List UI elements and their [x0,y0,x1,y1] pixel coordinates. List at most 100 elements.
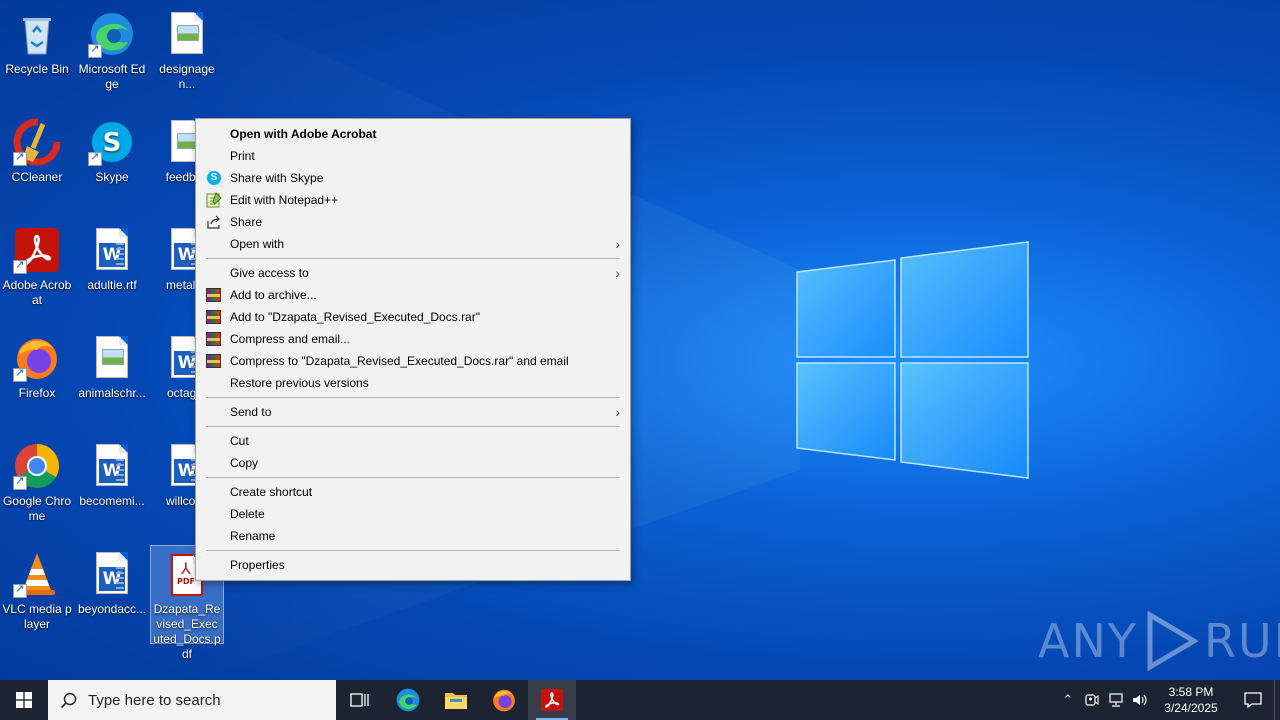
menu-item-compress-to-rar-and-email[interactable]: Compress to "Dzapata_Revised_Executed_Do… [196,350,630,372]
menu-separator [206,550,620,551]
skype-icon: S [88,118,136,166]
menu-item-label: Add to "Dzapata_Revised_Executed_Docs.ra… [230,310,480,324]
desktop-icon-label: CCleaner [11,170,63,184]
desktop[interactable]: Recycle Bin CCleaner Adobe Acrobat Firef… [0,0,1280,680]
desktop-icon-label: Dzapata_Revised_Executed_Docs.pdf [153,602,221,661]
menu-item-create-shortcut[interactable]: Create shortcut [196,481,630,503]
search-icon [60,692,77,709]
desktop-icon-label: Adobe Acrobat [2,278,72,307]
start-button[interactable] [0,680,48,720]
image-file-icon [163,10,211,58]
desktop-icon-firefox[interactable]: Firefox [0,328,74,428]
task-view-button[interactable] [336,680,384,720]
watermark-text-left: ANY [1038,614,1138,668]
menu-item-cut[interactable]: Cut [196,430,630,452]
desktop-icon-recycle-bin[interactable]: Recycle Bin [0,4,74,104]
svg-text:S: S [103,128,122,158]
menu-item-label: Create shortcut [230,485,313,499]
edge-icon [88,10,136,58]
action-center-button[interactable] [1232,680,1274,720]
chevron-right-icon: › [615,404,620,420]
desktop-icon-vlc[interactable]: VLC media player [0,544,74,644]
desktop-icon-label: Recycle Bin [5,62,69,76]
notification-icon [1244,692,1262,709]
windows-logo-icon [16,692,32,708]
desktop-icon-designagen[interactable]: designagen... [150,4,224,104]
menu-item-label: Rename [230,529,276,543]
menu-item-label: Compress and email... [230,332,351,346]
share-icon [206,214,222,230]
menu-item-label: Edit with Notepad++ [230,193,339,207]
taskbar-file-explorer[interactable] [432,680,480,720]
shortcut-arrow-icon [88,150,102,166]
menu-item-share[interactable]: Share [196,211,630,233]
menu-item-restore-previous-versions[interactable]: Restore previous versions [196,372,630,394]
shortcut-arrow-icon [13,150,27,166]
meet-now-icon[interactable] [1080,680,1104,720]
menu-item-compress-and-email[interactable]: Compress and email... [196,328,630,350]
winrar-icon [206,354,221,368]
menu-item-properties[interactable]: Properties [196,554,630,576]
menu-item-label: Share with Skype [230,171,324,185]
menu-item-label: Give access to [230,266,309,280]
word-doc-icon: W [88,226,136,274]
notepadpp-icon [206,192,222,208]
chevron-up-icon[interactable]: ⌃ [1056,680,1080,720]
firefox-icon [13,334,61,382]
chrome-icon [13,442,61,490]
vlc-icon [13,550,61,598]
network-icon[interactable] [1104,680,1128,720]
shortcut-arrow-icon [13,366,27,382]
play-icon [1147,611,1198,671]
clock-date: 3/24/2025 [1164,701,1218,715]
shortcut-arrow-icon [13,582,27,598]
taskbar: Type here to search ⌃ 3:58 PM 3/24/2025 [0,680,1280,720]
adobe-acrobat-icon [13,226,61,274]
anyrun-watermark: ANY RUN [1038,606,1280,676]
menu-item-label: Properties [230,558,285,572]
menu-item-print[interactable]: Print [196,145,630,167]
desktop-icon-google-chrome[interactable]: Google Chrome [0,436,74,536]
desktop-icon-label: designagen... [159,62,215,91]
desktop-icon-skype[interactable]: S Skype [75,112,149,212]
menu-item-delete[interactable]: Delete [196,503,630,525]
taskbar-edge[interactable] [384,680,432,720]
menu-item-share-with-skype[interactable]: S Share with Skype [196,167,630,189]
show-desktop-button[interactable] [1274,680,1280,720]
winrar-icon [206,310,221,324]
desktop-icon-beyondacc[interactable]: W beyondacc... [75,544,149,644]
menu-item-label: Delete [230,507,265,521]
menu-item-add-to-rar[interactable]: Add to "Dzapata_Revised_Executed_Docs.ra… [196,306,630,328]
menu-item-label: Open with Adobe Acrobat [230,127,377,141]
menu-item-add-to-archive[interactable]: Add to archive... [196,284,630,306]
desktop-icon-adultie[interactable]: W adultie.rtf [75,220,149,320]
chevron-right-icon: › [615,236,620,252]
menu-item-rename[interactable]: Rename [196,525,630,547]
volume-icon[interactable] [1128,680,1152,720]
menu-item-label: Send to [230,405,272,419]
adobe-acrobat-icon [541,689,563,711]
desktop-icon-microsoft-edge[interactable]: Microsoft Edge [75,4,149,104]
desktop-icon-animalschr[interactable]: animalschr... [75,328,149,428]
skype-icon: S [207,171,221,185]
desktop-icon-adobe-acrobat[interactable]: Adobe Acrobat [0,220,74,320]
menu-item-label: Copy [230,456,259,470]
menu-item-open-with-acrobat[interactable]: Open with Adobe Acrobat [196,123,630,145]
menu-item-give-access-to[interactable]: Give access to › [196,262,630,284]
desktop-icon-label: Skype [95,170,129,184]
desktop-icon-becomemi[interactable]: W becomemi... [75,436,149,536]
desktop-icon-label: VLC media player [2,602,72,631]
menu-item-copy[interactable]: Copy [196,452,630,474]
taskbar-search-box[interactable]: Type here to search [48,680,336,720]
menu-item-edit-with-notepadpp[interactable]: Edit with Notepad++ [196,189,630,211]
system-tray: ⌃ 3:58 PM 3/24/2025 [1056,680,1280,720]
menu-separator [206,258,620,259]
desktop-icon-ccleaner[interactable]: CCleaner [0,112,74,212]
taskbar-clock[interactable]: 3:58 PM 3/24/2025 [1158,684,1224,716]
desktop-icon-label: animalschr... [78,386,146,400]
menu-item-send-to[interactable]: Send to › [196,401,630,423]
menu-item-open-with[interactable]: Open with › [196,233,630,255]
ccleaner-icon [13,118,61,166]
taskbar-adobe-acrobat[interactable] [528,680,576,720]
taskbar-firefox[interactable] [480,680,528,720]
